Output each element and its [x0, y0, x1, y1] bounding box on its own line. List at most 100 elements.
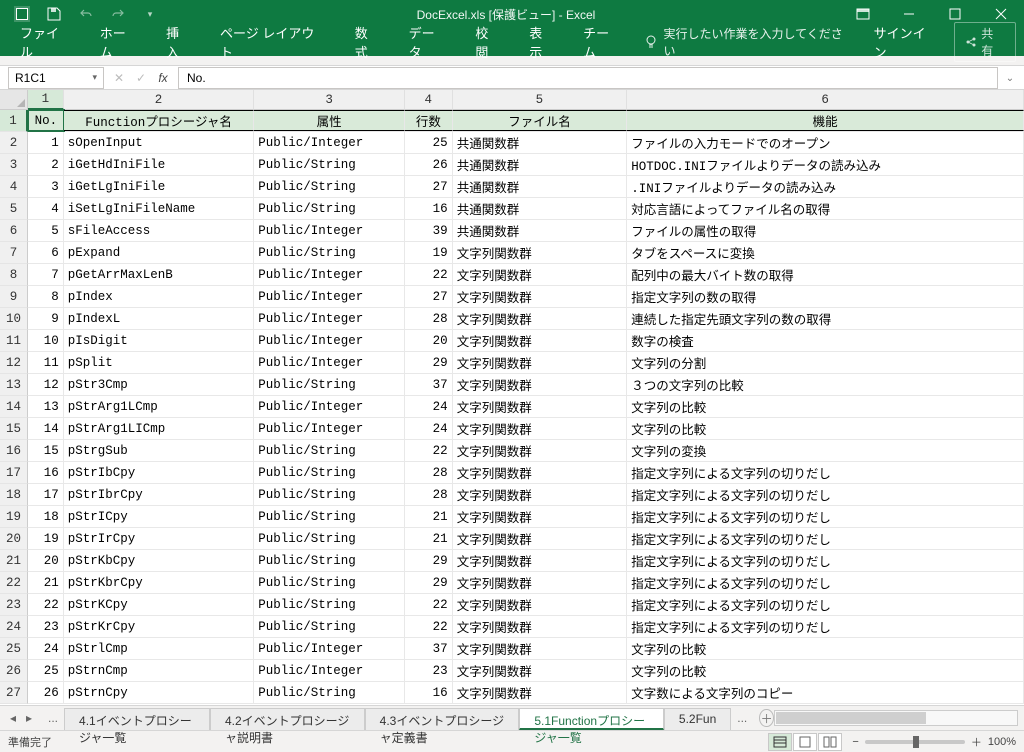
cell[interactable]: 文字列の分割 [627, 352, 1024, 373]
cell[interactable]: 指定文字列による文字列の切りだし [627, 506, 1024, 527]
cell[interactable]: 29 [405, 352, 453, 373]
cell[interactable]: Public/String [254, 440, 405, 461]
row-header[interactable]: 20 [0, 528, 28, 550]
cell[interactable]: 共通関数群 [453, 154, 628, 175]
cell[interactable]: iSetLgIniFileName [64, 198, 254, 219]
cell[interactable]: ３つの文字列の比較 [627, 374, 1024, 395]
ribbon-tab-view[interactable]: 表示 [517, 19, 567, 65]
cell[interactable]: pStrIrCpy [64, 528, 254, 549]
ribbon-tab-insert[interactable]: 挿入 [154, 19, 204, 65]
zoom-slider[interactable] [865, 740, 965, 744]
cell[interactable]: 連続した指定先頭文字列の数の取得 [627, 308, 1024, 329]
cell[interactable]: pStrArg1LCmp [64, 396, 254, 417]
cell[interactable]: Public/Integer [254, 286, 405, 307]
cell[interactable]: iGetHdIniFile [64, 154, 254, 175]
cell[interactable]: sOpenInput [64, 132, 254, 153]
cell[interactable]: 文字列関数群 [453, 352, 628, 373]
cell[interactable]: Public/String [254, 506, 405, 527]
cell[interactable]: 文字列関数群 [453, 330, 628, 351]
signin-link[interactable]: サインイン [862, 19, 951, 65]
cell[interactable]: 文字列関数群 [453, 660, 628, 681]
cell[interactable]: pStrKrCpy [64, 616, 254, 637]
cell[interactable]: 27 [405, 286, 453, 307]
cell[interactable]: pStrnCpy [64, 682, 254, 703]
view-page-layout-button[interactable] [793, 733, 817, 751]
ribbon-tab-home[interactable]: ホーム [88, 19, 150, 65]
row-header[interactable]: 14 [0, 396, 28, 418]
table-header-cell[interactable]: ファイル名 [453, 110, 628, 131]
cell[interactable]: 21 [405, 528, 453, 549]
worksheet-tab[interactable]: 4.3イベントプロシージャ定義書 [365, 708, 520, 730]
cell[interactable]: 26 [28, 682, 64, 703]
row-header[interactable]: 22 [0, 572, 28, 594]
row-header[interactable]: 17 [0, 462, 28, 484]
cell[interactable]: 28 [405, 484, 453, 505]
cell[interactable]: ファイルの属性の取得 [627, 220, 1024, 241]
cell[interactable]: 共通関数群 [453, 198, 628, 219]
cell[interactable]: タブをスペースに変換 [627, 242, 1024, 263]
cell[interactable]: 22 [405, 594, 453, 615]
cell[interactable]: 37 [405, 638, 453, 659]
cell[interactable]: 23 [405, 660, 453, 681]
row-header[interactable]: 24 [0, 616, 28, 638]
row-header[interactable]: 1 [0, 110, 28, 132]
cell[interactable]: Public/String [254, 198, 405, 219]
undo-icon[interactable] [74, 3, 98, 25]
cell[interactable]: 16 [405, 682, 453, 703]
cell[interactable]: pStrKbrCpy [64, 572, 254, 593]
worksheet-tab[interactable]: 4.2イベントプロシージャ説明書 [210, 708, 365, 730]
cell[interactable]: 29 [405, 550, 453, 571]
cell[interactable]: pIsDigit [64, 330, 254, 351]
cell[interactable]: 文字列関数群 [453, 484, 628, 505]
ribbon-tab-pagelayout[interactable]: ページ レイアウト [208, 19, 339, 65]
ribbon-tab-formulas[interactable]: 数式 [343, 19, 393, 65]
cell[interactable]: pStrnCmp [64, 660, 254, 681]
cell[interactable]: Public/String [254, 154, 405, 175]
zoom-out-button[interactable]: − [852, 736, 858, 748]
cell[interactable]: 文字列関数群 [453, 616, 628, 637]
row-header[interactable]: 19 [0, 506, 28, 528]
cell[interactable]: 24 [405, 418, 453, 439]
cell[interactable]: pStrgSub [64, 440, 254, 461]
row-header[interactable]: 26 [0, 660, 28, 682]
cell[interactable]: 25 [405, 132, 453, 153]
tell-me-search[interactable]: 実行したい作業を入力してください [645, 25, 853, 59]
cell[interactable]: 4 [28, 198, 64, 219]
cell[interactable]: pStrIbrCpy [64, 484, 254, 505]
cell[interactable]: Public/Integer [254, 418, 405, 439]
cell[interactable]: 指定文字列による文字列の切りだし [627, 550, 1024, 571]
cell[interactable]: 共通関数群 [453, 220, 628, 241]
cell[interactable]: 文字列関数群 [453, 594, 628, 615]
cell[interactable]: 指定文字列の数の取得 [627, 286, 1024, 307]
name-box[interactable]: R1C1 ▾ [8, 67, 104, 89]
cell[interactable]: 28 [405, 462, 453, 483]
cell[interactable]: 19 [28, 528, 64, 549]
sheet-tabs-overflow-right[interactable]: ... [731, 708, 753, 728]
cell[interactable]: pStrArg1LICmp [64, 418, 254, 439]
cell[interactable]: 文字列関数群 [453, 572, 628, 593]
tab-nav-prev-icon[interactable]: ▸ [22, 711, 36, 725]
cell[interactable]: 文字列の比較 [627, 660, 1024, 681]
cell[interactable]: 指定文字列による文字列の切りだし [627, 594, 1024, 615]
cell[interactable]: 7 [28, 264, 64, 285]
column-header[interactable]: 5 [453, 90, 628, 110]
cell[interactable]: 指定文字列による文字列の切りだし [627, 484, 1024, 505]
cell[interactable]: 対応言語によってファイル名の取得 [627, 198, 1024, 219]
cell[interactable]: Public/String [254, 572, 405, 593]
cell[interactable]: 23 [28, 616, 64, 637]
cell[interactable]: 28 [405, 308, 453, 329]
cell[interactable]: .INIファイルよりデータの読み込み [627, 176, 1024, 197]
cell[interactable]: 22 [28, 594, 64, 615]
cell[interactable]: 指定文字列による文字列の切りだし [627, 616, 1024, 637]
cell[interactable]: 文字列関数群 [453, 528, 628, 549]
cell[interactable]: 文字列関数群 [453, 550, 628, 571]
tab-nav-first-icon[interactable]: ◂ [6, 711, 20, 725]
cell[interactable]: 文字列の比較 [627, 396, 1024, 417]
row-header[interactable]: 11 [0, 330, 28, 352]
row-header[interactable]: 18 [0, 484, 28, 506]
cell[interactable]: Public/String [254, 550, 405, 571]
cell[interactable]: 文字列の変換 [627, 440, 1024, 461]
cell[interactable]: 12 [28, 374, 64, 395]
cell[interactable]: 文字列関数群 [453, 396, 628, 417]
cell[interactable]: Public/Integer [254, 308, 405, 329]
